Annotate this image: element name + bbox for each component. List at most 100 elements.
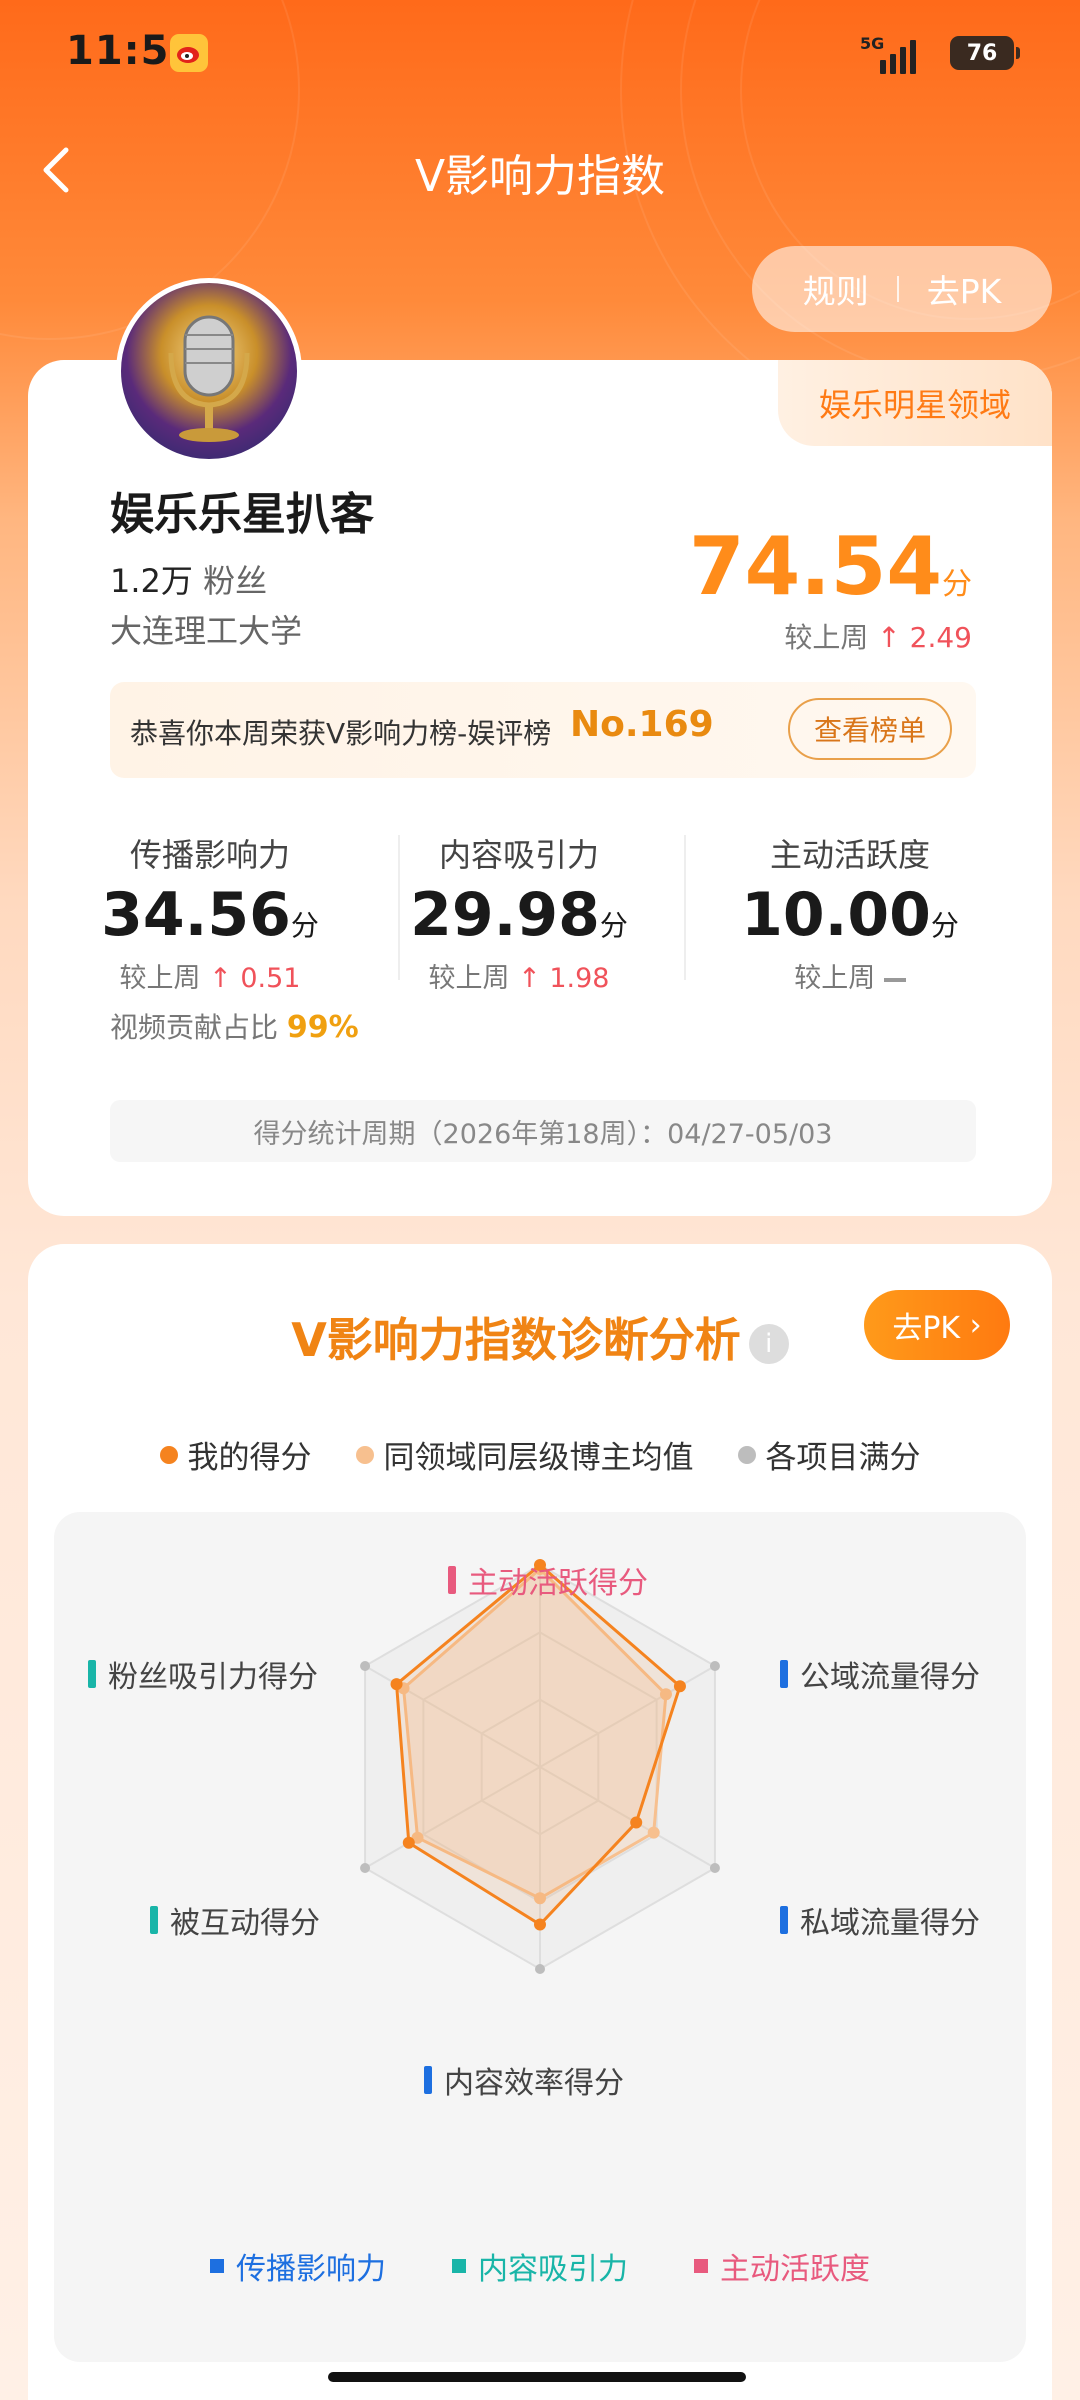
axis-color-bar xyxy=(448,1566,456,1594)
axis-label-efficiency: 内容效率得分 xyxy=(424,2058,624,2102)
metric-delta-value: 1.98 xyxy=(549,963,610,994)
category-legend: 传播影响力 内容吸引力 主动活跃度 xyxy=(54,2244,1026,2288)
score-unit: 分 xyxy=(930,909,959,942)
axis-label-text: 主动活跃得分 xyxy=(468,1566,648,1601)
video-share: 视频贡献占比 99% xyxy=(110,1006,359,1046)
radar-chart: 主动活跃得分 公域流量得分 私域流量得分 内容效率得分 被互动得分 粉丝吸引力得… xyxy=(54,1512,1026,2362)
my-score-point xyxy=(673,1680,686,1693)
rules-button[interactable]: 规则 xyxy=(803,265,869,313)
avatar[interactable] xyxy=(116,278,302,464)
total-delta: 较上周 ↑ 2.49 xyxy=(784,616,972,656)
battery-level: 76 xyxy=(966,40,998,66)
metric-activity: 主动活跃度 10.00分 较上周 xyxy=(700,830,1000,995)
my-score-point xyxy=(390,1678,403,1691)
axis-color-bar xyxy=(88,1660,96,1688)
category-swatch xyxy=(694,2259,708,2273)
arrow-up-icon: ↑ xyxy=(877,621,901,654)
fans-count: 1.2万 粉丝 xyxy=(110,556,267,602)
chevron-right-icon: › xyxy=(960,1307,982,1343)
pk-button[interactable]: 去PK › xyxy=(864,1290,1010,1360)
score-card: 娱乐明星领域 娱乐乐星扒客 1.2万 粉丝 大连理工大学 74.54分 较上周 … xyxy=(28,360,1052,1216)
fans-number: 1.2万 xyxy=(110,562,193,600)
legend-label: 各项目满分 xyxy=(765,1440,921,1476)
battery-icon: 76 xyxy=(950,36,1020,70)
vs-last-week-label: 较上周 xyxy=(794,963,876,994)
pk-button-label: 去PK xyxy=(892,1311,961,1346)
total-score: 74.54分 xyxy=(689,520,972,613)
metric-spread: 传播影响力 34.56分 较上周 ↑ 0.51 xyxy=(60,830,360,995)
score-unit: 分 xyxy=(290,909,319,942)
total-delta-value: 2.49 xyxy=(909,621,972,654)
award-text: 恭喜你本周荣获V影响力榜-娱评榜 xyxy=(130,717,552,750)
category-content: 内容吸引力 xyxy=(452,2244,628,2288)
diagnosis-title-text: V影响力指数诊断分析 xyxy=(291,1313,741,1367)
metric-value: 34.56分 xyxy=(60,880,360,950)
home-indicator xyxy=(328,2372,746,2382)
metric-label: 内容吸引力 xyxy=(438,836,599,874)
diagnosis-card: V影响力指数诊断分析 i 去PK › 我的得分 同领域同层级博主均值 各项目满分 … xyxy=(28,1244,1052,2400)
metric-delta-value: 0.51 xyxy=(240,963,301,994)
axis-label-private: 私域流量得分 xyxy=(780,1898,980,1942)
arrow-up-icon: ↑ xyxy=(518,963,541,994)
arrow-up-icon: ↑ xyxy=(209,963,232,994)
legend-full-score: 各项目满分 xyxy=(737,1432,921,1477)
axis-label-text: 被互动得分 xyxy=(170,1906,320,1941)
microphone-icon xyxy=(168,315,250,442)
score-unit: 分 xyxy=(942,567,972,602)
video-share-value: 99% xyxy=(286,1010,359,1045)
legend-label: 同领域同层级博主均值 xyxy=(383,1440,694,1476)
radar-legend: 我的得分 同领域同层级博主均值 各项目满分 xyxy=(28,1432,1052,1477)
axis-color-bar xyxy=(424,2066,432,2094)
award-banner: 恭喜你本周荣获V影响力榜-娱评榜 No.169 查看榜单 xyxy=(110,682,976,778)
vs-last-week-label: 较上周 xyxy=(784,621,869,654)
video-share-label: 视频贡献占比 xyxy=(110,1011,279,1044)
metric-delta: 较上周 xyxy=(700,956,1000,995)
total-score-value: 74.54 xyxy=(688,520,942,613)
metric-delta: 较上周 ↑ 0.51 xyxy=(60,956,360,995)
legend-average: 同领域同层级博主均值 xyxy=(355,1432,694,1477)
category-label: 传播影响力 xyxy=(236,2252,386,2287)
score-unit: 分 xyxy=(599,909,628,942)
score-period: 得分统计周期（2026年第18周）：04/27-05/03 xyxy=(110,1100,976,1162)
status-bar: 11:51 5G 76 xyxy=(0,0,1080,110)
full-score-point xyxy=(535,1964,545,1974)
view-ranking-button[interactable]: 查看榜单 xyxy=(788,698,952,760)
category-swatch xyxy=(452,2259,466,2273)
category-swatch xyxy=(210,2259,224,2273)
metric-label: 传播影响力 xyxy=(129,836,290,874)
fans-label: 粉丝 xyxy=(203,562,268,600)
full-score-point xyxy=(360,1661,371,1671)
full-score-point xyxy=(360,1863,371,1873)
metric-value-number: 29.98 xyxy=(410,880,600,950)
divider xyxy=(896,276,899,302)
metric-value-number: 10.00 xyxy=(741,880,931,950)
divider xyxy=(684,835,686,980)
metric-label: 主动活跃度 xyxy=(769,836,930,874)
vs-last-week-label: 较上周 xyxy=(119,963,201,994)
weibo-icon xyxy=(170,34,208,72)
pk-button[interactable]: 去PK xyxy=(927,265,1002,313)
metric-value-number: 34.56 xyxy=(101,880,291,950)
full-score-point xyxy=(709,1863,720,1873)
domain-tag: 娱乐明星领域 xyxy=(778,360,1052,446)
metric-content: 内容吸引力 29.98分 较上周 ↑ 1.98 xyxy=(369,830,669,995)
axis-color-bar xyxy=(780,1906,788,1934)
signal-icon: 5G xyxy=(860,34,936,74)
axis-label-text: 粉丝吸引力得分 xyxy=(108,1660,318,1695)
legend-dot xyxy=(355,1445,374,1464)
user-school: 大连理工大学 xyxy=(110,612,303,650)
metric-value: 10.00分 xyxy=(700,880,1000,950)
my-score-point xyxy=(534,1918,546,1931)
info-icon[interactable]: i xyxy=(748,1323,789,1364)
legend-dot xyxy=(159,1445,178,1464)
category-spread: 传播影响力 xyxy=(210,2244,386,2288)
category-activity: 主动活跃度 xyxy=(694,2244,870,2288)
my-score-point xyxy=(402,1836,415,1849)
award-rank: No.169 xyxy=(570,704,714,745)
axis-label-text: 内容效率得分 xyxy=(444,2066,624,2101)
average-point xyxy=(647,1826,660,1839)
axis-label-interaction: 被互动得分 xyxy=(150,1898,320,1942)
page-title: V影响力指数 xyxy=(414,151,666,202)
flat-icon xyxy=(883,977,906,982)
category-label: 主动活跃度 xyxy=(720,2252,870,2287)
